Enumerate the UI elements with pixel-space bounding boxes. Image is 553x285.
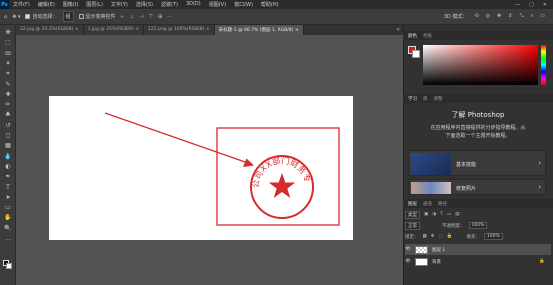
filter-smart-icon[interactable]: ▤ <box>455 212 459 217</box>
layer-thumbnail <box>415 245 428 254</box>
tab-paths[interactable]: 路径 <box>438 201 447 207</box>
eye-icon[interactable]: 👁 <box>405 259 411 264</box>
tutorial-thumbnail <box>411 153 451 175</box>
opacity-label: 不透明度： <box>442 223 465 229</box>
layer-row-background[interactable]: 👁 背景 🔒 <box>405 256 551 267</box>
blend-mode-select[interactable]: 正常 <box>405 221 420 230</box>
tutorial-card-fix-photos[interactable]: 修复照片 › <box>408 179 546 195</box>
learn-title: 了解 Photoshop <box>451 111 505 119</box>
learn-panel-tabs: 学习 库 调整 <box>403 94 553 103</box>
chevron-right-icon: › <box>538 183 541 191</box>
fill-input[interactable]: 100% <box>483 233 503 240</box>
opacity-input[interactable]: 100% <box>468 222 488 229</box>
lock-label: 锁定： <box>405 234 419 240</box>
tutorial-thumbnail <box>411 182 451 194</box>
annotation-arrow-line <box>104 112 249 164</box>
filter-shape-icon[interactable]: ▭ <box>447 212 451 217</box>
lock-position-icon[interactable]: ✥ <box>431 234 435 239</box>
fill-label: 填充： <box>466 234 480 240</box>
learn-description-line: 在应用程序内直接提供的分步指导教程。从 <box>430 125 526 131</box>
lock-pixels-icon[interactable]: ▦ <box>423 234 427 239</box>
tab-learn[interactable]: 学习 <box>408 96 417 102</box>
tab-color[interactable]: 颜色 <box>408 33 417 39</box>
tutorial-card-basics[interactable]: 基本技能 › <box>408 150 546 176</box>
layer-row-layer-1[interactable]: 👁 图层 1 <box>405 244 551 255</box>
layer-name: 背景 <box>432 259 441 265</box>
eye-icon[interactable]: 👁 <box>405 247 411 252</box>
lock-row: 锁定： ▦ ✥ ⬚ 🔒 填充： 100% <box>405 232 551 241</box>
layer-kind-filter[interactable]: 类型 <box>405 210 420 219</box>
blend-row: 正常 不透明度： 100% <box>405 221 551 230</box>
learn-description-line: 下面选取一个主题开始教程。 <box>445 132 511 139</box>
chevron-right-icon: › <box>538 159 541 167</box>
lock-icon: 🔒 <box>539 259 545 264</box>
layer-filter-row: 类型 ▣ ◑ T ▭ ▤ <box>405 210 551 219</box>
tutorial-label: 修复照片 <box>456 186 477 192</box>
layer-name: 图层 1 <box>432 247 446 253</box>
tab-layers[interactable]: 图层 <box>408 201 417 207</box>
tutorial-label: 基本技能 <box>456 162 477 168</box>
annotation-arrowhead-icon <box>243 158 254 167</box>
filter-pixel-icon[interactable]: ▣ <box>424 212 428 217</box>
layer-thumbnail <box>415 257 428 266</box>
panel-background-swatch[interactable] <box>412 50 420 58</box>
tab-channels[interactable]: 通道 <box>423 201 432 207</box>
lock-artboard-icon[interactable]: ⬚ <box>439 234 443 239</box>
tab-adjustments[interactable]: 调整 <box>434 96 443 102</box>
seal-stamp-icon: XX公司XX部门财务专用章 <box>0 0 314 219</box>
color-picker-field[interactable] <box>423 45 538 85</box>
hue-slider[interactable] <box>541 45 546 85</box>
highlight-box <box>216 127 340 226</box>
learn-description: 在应用程序内直接提供的分步指导教程。从 下面选取一个主题开始教程。 <box>410 125 546 140</box>
layers-panel-tabs: 图层 通道 路径 <box>403 199 553 208</box>
filter-adjust-icon[interactable]: ◑ <box>432 212 436 217</box>
tab-swatches[interactable]: 色板 <box>423 33 432 39</box>
filter-type-icon[interactable]: T <box>440 212 443 217</box>
tab-libraries[interactable]: 库 <box>423 96 428 102</box>
color-panel-tabs: 颜色 色板 <box>403 31 553 40</box>
lock-all-icon[interactable]: 🔒 <box>447 234 453 239</box>
